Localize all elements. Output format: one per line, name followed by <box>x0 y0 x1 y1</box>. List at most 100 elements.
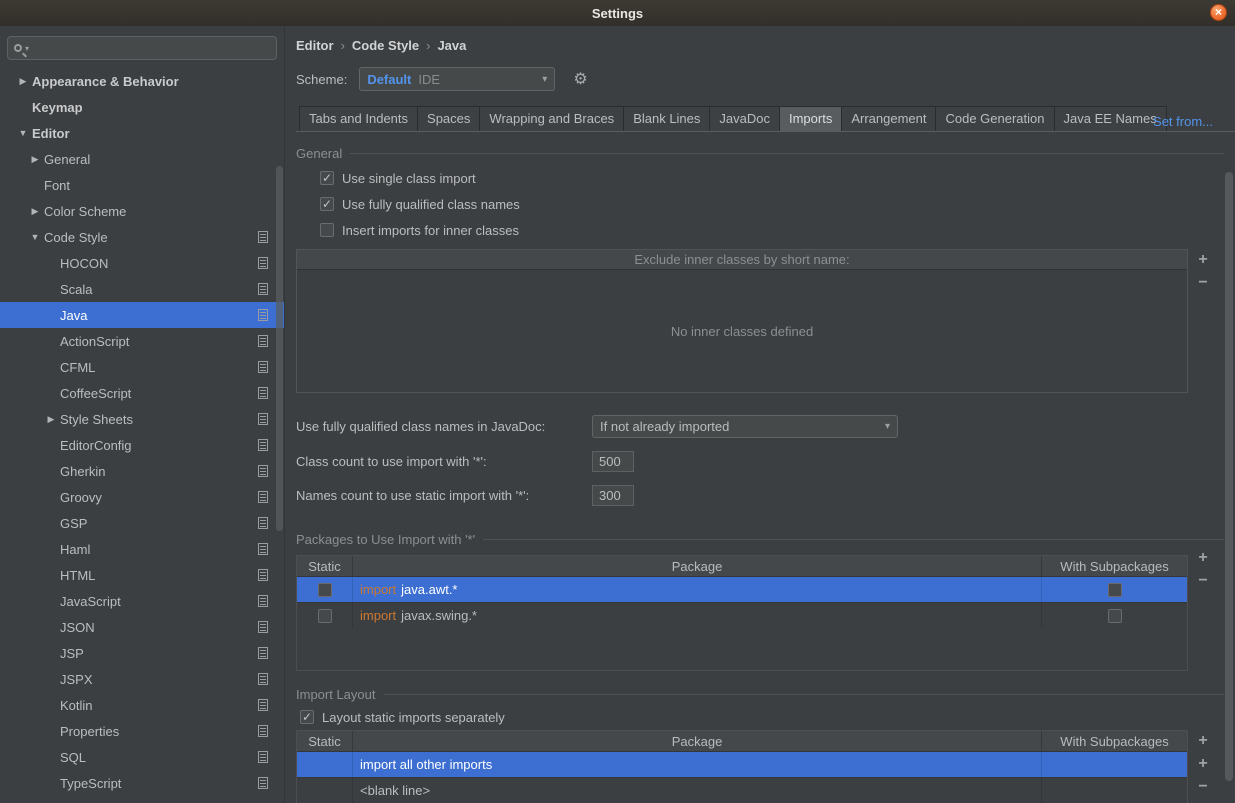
import-layout-table-header: Static Package With Subpackages <box>297 731 1187 751</box>
cb-insert-imports-for-inner-classes[interactable] <box>320 223 334 237</box>
table-row[interactable]: import all other imports <box>297 751 1187 777</box>
table-row[interactable]: import javax.swing.* <box>297 602 1187 628</box>
table-row[interactable]: <blank line> <box>297 777 1187 803</box>
sidebar-item-jsp[interactable]: JSP <box>0 640 284 666</box>
scheme-value: Default <box>367 71 412 87</box>
with-subpackages-checkbox[interactable] <box>1107 608 1122 623</box>
sidebar-item-gsp[interactable]: GSP <box>0 510 284 536</box>
tab-code-generation[interactable]: Code Generation <box>935 106 1055 131</box>
breadcrumb-editor[interactable]: Editor <box>296 38 334 53</box>
chevron-right-icon: ▶ <box>19 75 27 86</box>
sidebar-item-jspx[interactable]: JSPX <box>0 666 284 692</box>
exclude-panel-buttons: + − <box>1188 249 1218 393</box>
breadcrumb: Editor › Code Style › Java <box>296 26 1235 53</box>
sidebar-item-java[interactable]: Java <box>0 302 284 328</box>
sidebar-item-scala[interactable]: Scala <box>0 276 284 302</box>
sidebar-item-style-sheets[interactable]: ▶ Style Sheets <box>0 406 284 432</box>
sidebar-item-code-style[interactable]: ▼ Code Style <box>0 224 284 250</box>
static-checkbox[interactable] <box>317 582 332 597</box>
cb-layout-static-imports-separately[interactable]: ✓ <box>300 710 314 724</box>
sidebar-item-gherkin[interactable]: Gherkin <box>0 458 284 484</box>
sidebar-item-general[interactable]: ▶ General <box>0 146 284 172</box>
tab-imports[interactable]: Imports <box>778 106 843 131</box>
sidebar-scrollbar[interactable] <box>276 166 283 531</box>
sidebar-item-cfml[interactable]: CFML <box>0 354 284 380</box>
copy-settings-icon <box>258 543 268 555</box>
sidebar: ▾ ▶ Appearance & Behavior Keymap ▼ Edito… <box>0 26 285 803</box>
packages-section-title: Packages to Use Import with '*' <box>296 532 476 547</box>
settings-tree: ▶ Appearance & Behavior Keymap ▼ Editor … <box>0 60 284 796</box>
scheme-label: Scheme: <box>296 71 348 87</box>
tab-blank-lines[interactable]: Blank Lines <box>623 106 711 131</box>
layout-remove-button[interactable]: − <box>1198 779 1207 795</box>
exclude-remove-button[interactable]: − <box>1198 275 1207 291</box>
breadcrumb-code-style[interactable]: Code Style <box>352 38 419 53</box>
exclude-add-button[interactable]: + <box>1198 252 1207 268</box>
use-fully-qualified-row: ✓ Use fully qualified class names <box>320 195 1224 213</box>
sidebar-item-keymap[interactable]: Keymap <box>0 94 284 120</box>
col-header-with-subpackages: With Subpackages <box>1060 733 1169 749</box>
cb-label: Insert imports for inner classes <box>342 222 520 238</box>
tab-java-ee-names[interactable]: Java EE Names <box>1053 106 1167 131</box>
gear-icon[interactable]: ⚙ <box>573 69 587 89</box>
breadcrumb-java: Java <box>437 38 467 53</box>
sidebar-item-typescript[interactable]: TypeScript <box>0 770 284 796</box>
class-count-input[interactable]: 500 <box>592 451 634 472</box>
cb-label: Use fully qualified class names <box>342 196 520 212</box>
sidebar-item-hocon[interactable]: HOCON <box>0 250 284 276</box>
sidebar-item-appearance-behavior[interactable]: ▶ Appearance & Behavior <box>0 68 284 94</box>
layout-add-blank-line-button[interactable]: + <box>1198 756 1207 772</box>
sidebar-item-haml[interactable]: Haml <box>0 536 284 562</box>
table-empty-area[interactable] <box>297 628 1187 670</box>
chevron-right-icon: ▶ <box>31 205 39 216</box>
javadoc-qualified-combobox[interactable]: If not already imported ▾ <box>592 415 898 438</box>
sidebar-item-coffeescript[interactable]: CoffeeScript <box>0 380 284 406</box>
class-count-row: Class count to use import with '*': 500 <box>296 451 1224 472</box>
with-subpackages-checkbox[interactable] <box>1107 582 1122 597</box>
main-scrollbar-thumb[interactable] <box>1225 172 1233 781</box>
tab-tabs-and-indents[interactable]: Tabs and Indents <box>299 106 419 131</box>
copy-settings-icon <box>258 361 268 373</box>
sidebar-item-html[interactable]: HTML <box>0 562 284 588</box>
sidebar-item-javascript[interactable]: JavaScript <box>0 588 284 614</box>
tab-spaces[interactable]: Spaces <box>417 106 481 131</box>
tab-javadoc[interactable]: JavaDoc <box>709 106 780 131</box>
section-rule <box>350 153 1224 154</box>
window-title: Settings <box>591 5 644 21</box>
copy-settings-icon <box>258 595 268 607</box>
search-box[interactable]: ▾ <box>7 36 277 60</box>
sidebar-item-font[interactable]: Font <box>0 172 284 198</box>
cb-use-single-class-import[interactable]: ✓ <box>320 171 334 185</box>
sidebar-item-color-scheme[interactable]: ▶ Color Scheme <box>0 198 284 224</box>
sidebar-item-sql[interactable]: SQL <box>0 744 284 770</box>
names-count-input[interactable]: 300 <box>592 485 634 506</box>
close-button[interactable]: × <box>1210 4 1227 21</box>
exclude-panel-row: Exclude inner classes by short name: No … <box>296 249 1224 393</box>
search-history-arrow-icon: ▾ <box>25 43 30 53</box>
sidebar-item-groovy[interactable]: Groovy <box>0 484 284 510</box>
sidebar-item-actionscript[interactable]: ActionScript <box>0 328 284 354</box>
static-checkbox[interactable] <box>317 608 332 623</box>
sidebar-item-kotlin[interactable]: Kotlin <box>0 692 284 718</box>
exclude-panel-body[interactable]: No inner classes defined <box>297 270 1187 392</box>
table-row[interactable]: import java.awt.* <box>297 576 1187 602</box>
copy-settings-icon <box>258 465 268 477</box>
section-rule <box>483 539 1224 540</box>
sidebar-item-properties[interactable]: Properties <box>0 718 284 744</box>
sidebar-item-editorconfig[interactable]: EditorConfig <box>0 432 284 458</box>
tab-wrapping-and-braces[interactable]: Wrapping and Braces <box>479 106 625 131</box>
packages-table-header: Static Package With Subpackages <box>297 556 1187 576</box>
scheme-combobox[interactable]: Default IDE ▾ <box>359 67 556 91</box>
packages-add-button[interactable]: + <box>1198 550 1207 566</box>
set-from-link[interactable]: Set from... <box>1153 114 1213 129</box>
main-scrollbar[interactable] <box>1222 166 1235 803</box>
package-name: java.awt.* <box>401 582 458 597</box>
package-name: javax.swing.* <box>401 608 477 623</box>
sidebar-item-json[interactable]: JSON <box>0 614 284 640</box>
sidebar-item-editor[interactable]: ▼ Editor <box>0 120 284 146</box>
search-input[interactable] <box>32 40 270 56</box>
layout-add-package-button[interactable]: + <box>1198 733 1207 749</box>
tab-arrangement[interactable]: Arrangement <box>841 106 937 131</box>
cb-use-fully-qualified-class-names[interactable]: ✓ <box>320 197 334 211</box>
packages-remove-button[interactable]: − <box>1198 573 1207 589</box>
